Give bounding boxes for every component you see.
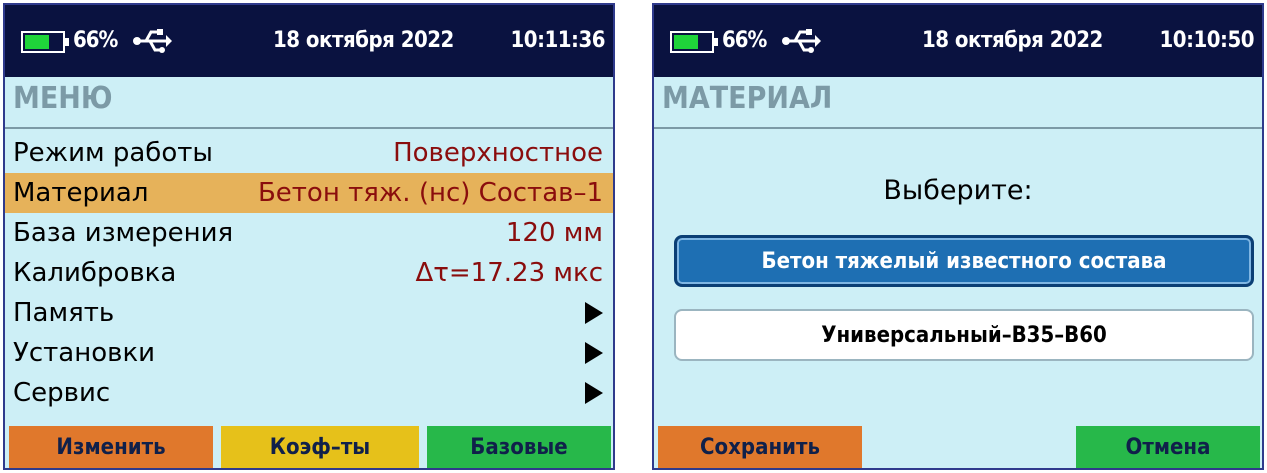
time-label: 10:11:36 (510, 28, 606, 53)
softkey-bar: Сохранить Отмена (654, 426, 1262, 468)
change-button[interactable]: Изменить (9, 426, 213, 468)
menu-item-label: База измерения (13, 218, 234, 248)
battery-percent: 66% (722, 28, 767, 53)
title-divider (5, 127, 613, 129)
material-screen: 66% 18 октября 2022 10:10:50 МАТЕРИАЛ Вы… (652, 3, 1264, 470)
menu-item-settings[interactable]: Установки (5, 333, 613, 373)
screen-title: МАТЕРИАЛ (662, 81, 833, 116)
battery-icon (670, 31, 718, 53)
battery-percent: 66% (73, 28, 118, 53)
menu-item-service[interactable]: Сервис (5, 373, 613, 413)
cancel-button[interactable]: Отмена (1076, 426, 1260, 468)
date-label: 18 октября 2022 (922, 28, 1103, 53)
date-label: 18 октября 2022 (273, 28, 454, 53)
menu-list: Режим работы Поверхностное Материал Бето… (5, 133, 613, 413)
time-label: 10:10:50 (1159, 28, 1255, 53)
menu-item-label: Режим работы (13, 138, 213, 168)
title-divider (654, 127, 1262, 129)
menu-item-label: Установки (13, 338, 156, 368)
menu-item-label: Калибровка (13, 258, 177, 288)
menu-item-value: 120 мм (505, 218, 603, 248)
base-button[interactable]: Базовые (427, 426, 611, 468)
menu-item-label: Сервис (13, 378, 111, 408)
screen-title: МЕНЮ (13, 81, 113, 116)
coefficients-button[interactable]: Коэф–ты (221, 426, 419, 468)
menu-item-calibration[interactable]: Калибровка Δτ=17.23 мкс (5, 253, 613, 293)
status-bar: 66% 18 октября 2022 10:11:36 (5, 5, 613, 77)
menu-item-base[interactable]: База измерения 120 мм (5, 213, 613, 253)
battery-icon (21, 31, 69, 53)
usb-icon (782, 29, 821, 53)
menu-item-label: Память (13, 298, 115, 328)
submenu-arrow-icon (585, 382, 603, 404)
menu-item-mode[interactable]: Режим работы Поверхностное (5, 133, 613, 173)
save-button[interactable]: Сохранить (658, 426, 862, 468)
menu-item-label: Материал (13, 178, 149, 208)
menu-item-material[interactable]: Материал Бетон тяж. (нс) Состав–1 (5, 173, 613, 213)
menu-item-value: Δτ=17.23 мкс (415, 258, 603, 288)
option-heavy-concrete[interactable]: Бетон тяжелый известного состава (674, 235, 1254, 287)
select-prompt: Выберите: (883, 175, 1033, 206)
submenu-arrow-icon (585, 302, 603, 324)
softkey-bar: Изменить Коэф–ты Базовые (5, 426, 613, 468)
submenu-arrow-icon (585, 342, 603, 364)
option-universal[interactable]: Универсальный–B35–B60 (674, 309, 1254, 361)
menu-item-memory[interactable]: Память (5, 293, 613, 333)
menu-screen: 66% 18 октября 2022 10:11:36 МЕНЮ Режим … (3, 3, 615, 470)
status-bar: 66% 18 октября 2022 10:10:50 (654, 5, 1262, 77)
menu-item-value: Поверхностное (393, 138, 603, 168)
menu-item-value: Бетон тяж. (нс) Состав–1 (257, 178, 603, 208)
usb-icon (133, 29, 172, 53)
